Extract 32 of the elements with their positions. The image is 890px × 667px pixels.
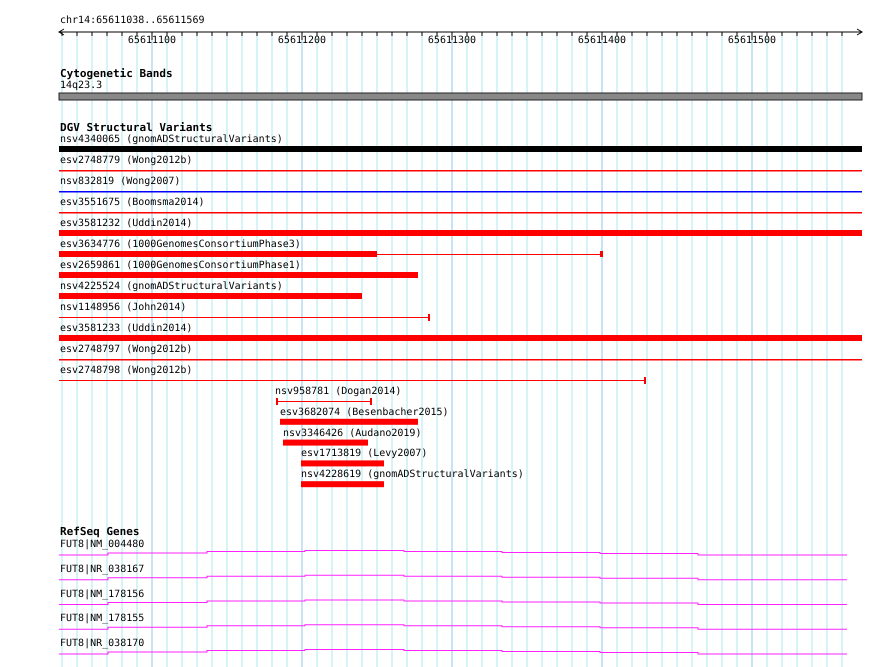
feature-label[interactable]: esv3634776 (1000GenomesConsortiumPhase3) <box>60 239 301 251</box>
ruler-tick-label: 65611400 <box>578 35 626 47</box>
feature-label[interactable]: esv2748798 (Wong2012b) <box>60 365 192 377</box>
ruler-tick-label: 65611500 <box>728 35 776 47</box>
ruler-tick-label: 65611200 <box>278 35 326 47</box>
ruler-tick-label: 65611100 <box>128 35 176 47</box>
feature-label[interactable]: FUT8|NM_178155 <box>60 613 144 626</box>
ruler-tick-label: 65611300 <box>428 35 476 47</box>
track-title: DGV Structural Variants <box>60 121 212 134</box>
feature-label[interactable]: nsv832819 (Wong2007) <box>60 176 180 188</box>
feature-label[interactable]: esv3581233 (Uddin2014) <box>60 323 192 335</box>
feature-label[interactable]: esv3581232 (Uddin2014) <box>60 218 192 230</box>
feature-label[interactable]: esv3551675 (Boomsma2014) <box>60 197 204 209</box>
feature-label[interactable]: FUT8|NM_004480 <box>60 539 144 551</box>
feature-label[interactable]: nsv1148956 (John2014) <box>60 302 186 314</box>
feature-label[interactable]: esv3682074 (Besenbacher2015) <box>280 406 449 419</box>
track-title: RefSeq Genes <box>60 525 140 538</box>
feature-label[interactable]: nsv958781 (Dogan2014) <box>275 386 402 398</box>
ruler-location: chr14:65611038..65611569 <box>60 15 204 27</box>
feature-label[interactable]: esv2748797 (Wong2012b) <box>60 344 192 356</box>
feature-label[interactable]: FUT8|NR_038170 <box>60 638 144 650</box>
feature-label[interactable]: nsv4340065 (gnomADStructuralVariants) <box>60 134 283 146</box>
feature-label[interactable]: esv1713819 (Levy2007) <box>301 448 428 460</box>
feature-label[interactable]: esv2748779 (Wong2012b) <box>60 155 192 167</box>
feature-label[interactable]: nsv4228619 (gnomADStructuralVariants) <box>301 469 524 482</box>
feature-label[interactable]: nsv4225524 (gnomADStructuralVariants) <box>60 281 283 293</box>
feature-label[interactable]: esv2659861 (1000GenomesConsortiumPhase1) <box>60 260 301 272</box>
track-title: Cytogenetic Bands <box>60 67 173 80</box>
feature-label[interactable]: nsv3346426 (Audano2019) <box>283 428 422 440</box>
cytoband-label: 14q23.3 <box>60 80 102 92</box>
feature-label[interactable]: FUT8|NR_038167 <box>60 564 144 576</box>
feature-label[interactable]: FUT8|NM_178156 <box>60 588 144 600</box>
